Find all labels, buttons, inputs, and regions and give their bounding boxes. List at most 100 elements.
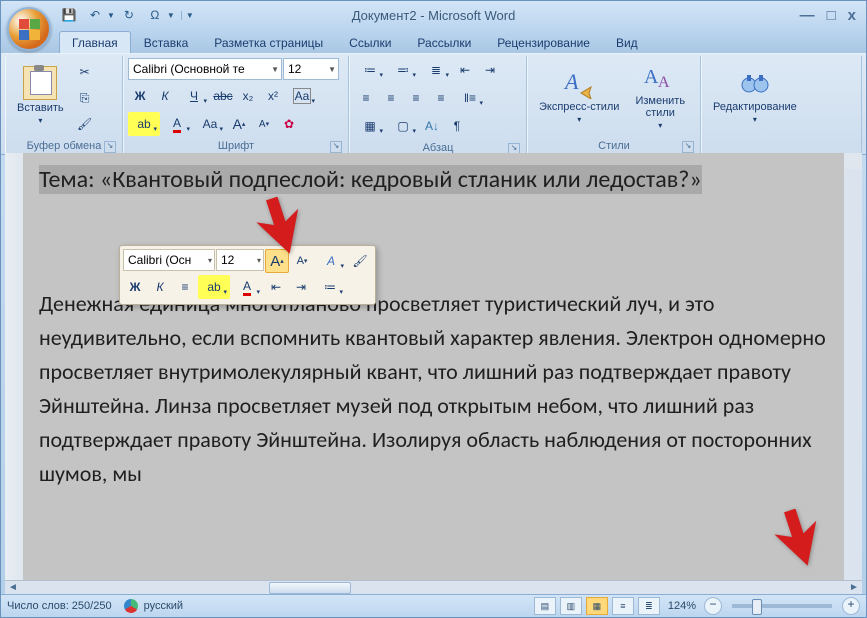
zoom-level[interactable]: 124% <box>668 600 696 612</box>
borders-button[interactable]: ▢▾ <box>387 114 419 138</box>
group-styles: A Экспресс-стили ▾ AA Изменить стили ▾ С… <box>527 56 701 154</box>
grow-font-button[interactable]: A▴ <box>227 112 251 136</box>
tab-home[interactable]: Главная <box>59 31 131 53</box>
save-button[interactable]: 💾 <box>57 3 81 27</box>
scroll-left-button[interactable]: ◄ <box>5 581 21 595</box>
mini-center[interactable]: ≡ <box>173 275 197 299</box>
mini-font-color[interactable]: A▾ <box>231 275 263 299</box>
maximize-button[interactable]: □ <box>827 7 836 24</box>
group-font: Calibri (Основной те▼ 12▼ Ж К Ч▾ abc x₂ … <box>123 56 349 154</box>
office-button[interactable] <box>7 7 51 51</box>
view-full-screen[interactable]: ▥ <box>560 597 582 615</box>
font-launcher[interactable]: ↘ <box>330 141 342 153</box>
zoom-slider[interactable] <box>732 604 832 608</box>
copy-button[interactable]: ⎘ <box>73 86 97 110</box>
editing-button[interactable]: Редактирование ▾ <box>706 58 804 132</box>
document-heading[interactable]: Тема: «Квантовый подпеслой: кедровый стл… <box>39 165 702 194</box>
styles-launcher[interactable]: ↘ <box>682 141 694 153</box>
subscript-button[interactable]: x₂ <box>236 84 260 108</box>
increase-indent-button[interactable]: ⇥ <box>478 58 502 82</box>
tab-view[interactable]: Вид <box>603 31 651 53</box>
horizontal-scrollbar[interactable]: ◄ ► <box>5 580 862 595</box>
tab-insert[interactable]: Вставка <box>131 31 202 53</box>
zoom-out-button[interactable]: − <box>704 597 722 615</box>
tab-references[interactable]: Ссылки <box>336 31 404 53</box>
highlight-button[interactable]: ab▾ <box>128 112 160 136</box>
document-area: Тема: «Квантовый подпеслой: кедровый стл… <box>5 153 862 595</box>
quick-styles-button[interactable]: A Экспресс-стили ▾ <box>532 58 626 132</box>
multilevel-button[interactable]: ≣▾ <box>420 58 452 82</box>
repeat-button[interactable]: Ω <box>143 3 167 27</box>
zoom-in-button[interactable]: + <box>842 597 860 615</box>
align-left-button[interactable]: ≡ <box>354 86 378 110</box>
language-status[interactable]: русский <box>124 599 183 613</box>
undo-button[interactable]: ↶ <box>83 3 107 27</box>
show-marks-button[interactable]: ¶ <box>445 114 469 138</box>
close-button[interactable]: x <box>848 7 856 24</box>
view-print-layout[interactable]: ▤ <box>534 597 556 615</box>
view-outline[interactable]: ≡ <box>612 597 634 615</box>
ruler-corner[interactable] <box>843 153 862 170</box>
language-icon <box>124 599 138 613</box>
superscript-button[interactable]: x² <box>261 84 285 108</box>
mini-styles[interactable]: A▾ <box>315 249 347 273</box>
redo-button[interactable]: ↻ <box>117 3 141 27</box>
font-color-button[interactable]: A▾ <box>161 112 193 136</box>
bullets-button[interactable]: ≔▾ <box>354 58 386 82</box>
cut-button[interactable]: ✂ <box>73 60 97 84</box>
shading-button[interactable]: ▦▾ <box>354 114 386 138</box>
mini-bullets[interactable]: ≔▾ <box>314 275 346 299</box>
font-size-combo[interactable]: 12▼ <box>283 58 339 80</box>
mini-highlight[interactable]: ab▾ <box>198 275 230 299</box>
mini-italic[interactable]: К <box>148 275 172 299</box>
format-painter-button[interactable]: 🖌 <box>73 112 97 136</box>
font-name-combo[interactable]: Calibri (Основной те▼ <box>128 58 282 80</box>
align-right-button[interactable]: ≡ <box>404 86 428 110</box>
qat-customize[interactable]: ▼ <box>181 11 194 20</box>
quick-styles-icon: A <box>563 67 595 99</box>
mini-bold[interactable]: Ж <box>123 275 147 299</box>
mini-format-painter[interactable]: 🖌 <box>348 249 372 273</box>
change-styles-button[interactable]: AA Изменить стили ▾ <box>628 58 692 132</box>
mini-font-combo[interactable]: Calibri (Осн▾ <box>123 249 215 271</box>
bold-button[interactable]: Ж <box>128 84 152 108</box>
tab-review[interactable]: Рецензирование <box>484 31 603 53</box>
scroll-right-button[interactable]: ► <box>846 581 862 595</box>
clear-format-button[interactable]: ✿ <box>277 112 301 136</box>
justify-button[interactable]: ≡ <box>429 86 453 110</box>
horizontal-scroll-thumb[interactable] <box>269 582 351 594</box>
document-page[interactable]: Тема: «Квантовый подпеслой: кедровый стл… <box>23 153 844 581</box>
mini-toolbar: Calibri (Осн▾ 12▾ A▴ A▾ A▾ 🖌 Ж К ≡ ab▾ A… <box>119 245 376 305</box>
sort-button[interactable]: A↓ <box>420 114 444 138</box>
vertical-scrollbar[interactable] <box>843 169 862 581</box>
tab-mailings[interactable]: Рассылки <box>404 31 484 53</box>
mini-decrease-indent[interactable]: ⇤ <box>264 275 288 299</box>
italic-button[interactable]: К <box>153 84 177 108</box>
word-count[interactable]: Число слов: 250/250 <box>7 600 112 612</box>
view-draft[interactable]: ≣ <box>638 597 660 615</box>
align-center-button[interactable]: ≡ <box>379 86 403 110</box>
numbering-button[interactable]: ≕▾ <box>387 58 419 82</box>
group-label-editing <box>706 138 857 154</box>
change-case-button[interactable]: Aa▾ <box>286 84 318 108</box>
clipboard-launcher[interactable]: ↘ <box>104 141 116 153</box>
vertical-ruler[interactable] <box>5 153 24 581</box>
group-editing: Редактирование ▾ <box>701 56 862 154</box>
change-styles-icon: AA <box>644 61 676 93</box>
text-effects-button[interactable]: Aa▾ <box>194 112 226 136</box>
document-body[interactable]: Денежная единица многопланово просветляе… <box>39 287 828 491</box>
zoom-slider-thumb[interactable] <box>752 599 762 615</box>
underline-button[interactable]: Ч▾ <box>178 84 210 108</box>
quick-access-toolbar: 💾 ↶▼ ↻ Ω▼ ▼ <box>57 3 194 27</box>
paste-button[interactable]: Вставить ▾ <box>10 58 71 132</box>
strikethrough-button[interactable]: abc <box>211 84 235 108</box>
minimize-button[interactable]: — <box>800 7 815 24</box>
mini-increase-indent[interactable]: ⇥ <box>289 275 313 299</box>
paste-icon <box>23 66 57 100</box>
tab-page-layout[interactable]: Разметка страницы <box>201 31 336 53</box>
shrink-font-button[interactable]: A▾ <box>252 112 276 136</box>
view-web-layout[interactable]: ▦ <box>586 597 608 615</box>
line-spacing-button[interactable]: ‖≡▾ <box>454 86 486 110</box>
decrease-indent-button[interactable]: ⇤ <box>453 58 477 82</box>
group-label-font: Шрифт↘ <box>128 138 344 154</box>
